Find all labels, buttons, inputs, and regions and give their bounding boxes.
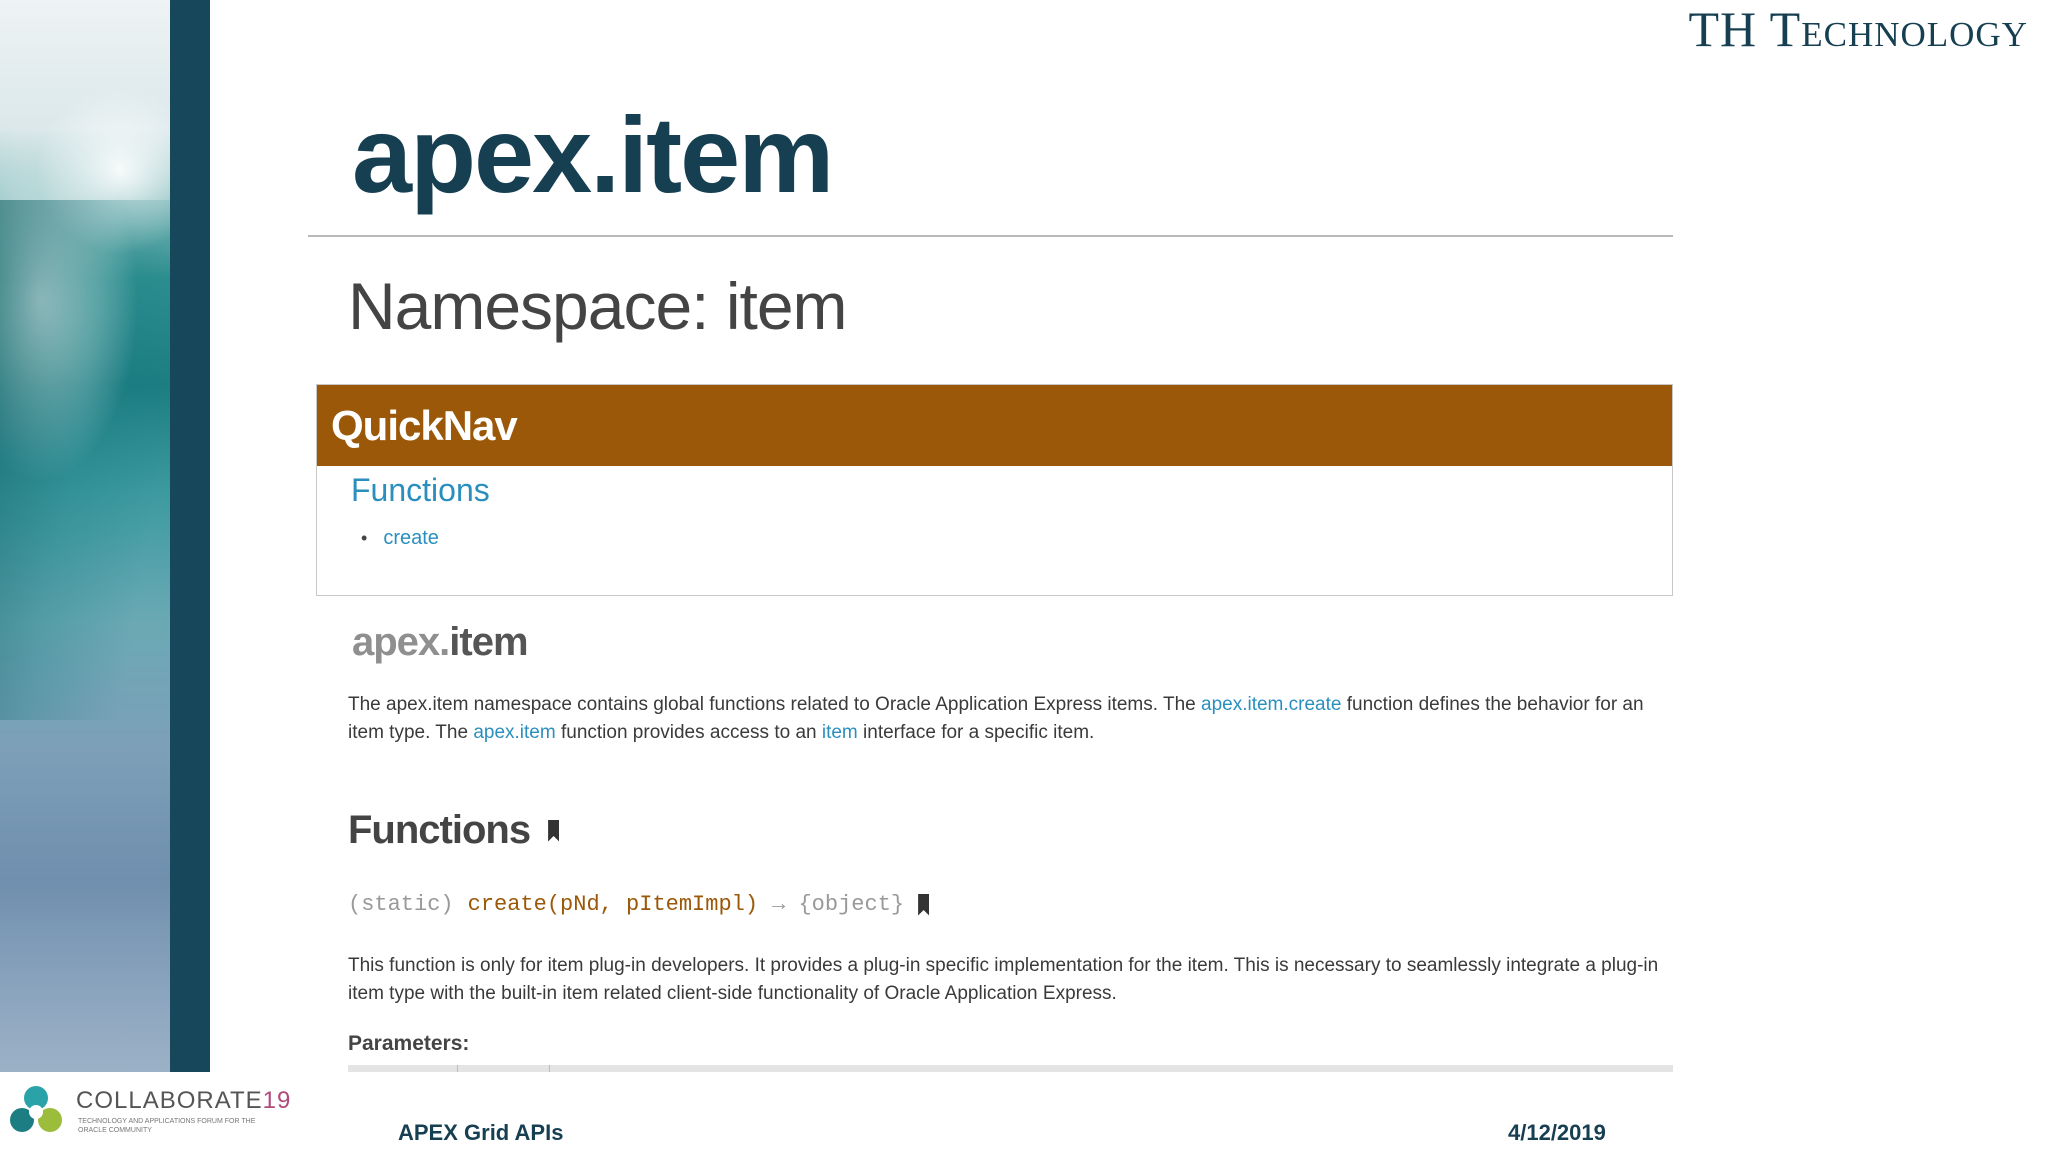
function-description: This function is only for item plug-in d… <box>348 955 1659 1004</box>
quicknav-item-create[interactable]: create <box>361 527 1672 550</box>
quicknav-panel: QuickNav Functions create <box>316 384 1673 596</box>
brand-name: TH Technology <box>1688 1 2028 57</box>
left-accent-bar <box>170 0 210 1072</box>
collaborate-logo-icon <box>10 1086 62 1132</box>
functions-heading-text: Functions <box>348 808 531 852</box>
bookmark-icon[interactable] <box>918 893 930 916</box>
quicknav-functions-link[interactable]: Functions <box>351 472 1672 509</box>
wave-curl-overlay <box>0 200 170 720</box>
namespace-description: The apex.item namespace contains global … <box>348 691 1668 747</box>
signature-name: create(pNd, pItemImpl) <box>467 892 759 917</box>
desc-text-1: The apex.item namespace contains global … <box>348 694 1201 715</box>
namespace-heading: Namespace: item <box>348 269 848 343</box>
footer-date: 4/12/2019 <box>1508 1120 1606 1145</box>
parameters-label: Parameters: <box>348 1032 470 1055</box>
link-apex-item-create[interactable]: apex.item.create <box>1201 694 1341 715</box>
namespace-title-prefix: apex. <box>352 620 450 664</box>
functions-heading: Functions <box>348 808 560 853</box>
desc-text-4: interface for a specific item. <box>857 722 1095 743</box>
conference-tagline: TECHNOLOGY AND APPLICATIONS FORUM FOR TH… <box>78 1118 256 1134</box>
quicknav-title: QuickNav <box>317 385 1672 466</box>
link-apex-item[interactable]: apex.item <box>473 722 555 743</box>
function-signature: (static) create(pNd, pItemImpl) → {objec… <box>348 892 930 917</box>
link-item[interactable]: item <box>822 722 858 743</box>
conference-name-text: COLLABORATE <box>76 1087 263 1114</box>
desc-text-3: function provides access to an <box>555 722 822 743</box>
signature-returns: → {object} <box>772 892 905 917</box>
conference-year: 19 <box>262 1087 292 1114</box>
slide-footer <box>0 1072 2048 1152</box>
quicknav-list: create <box>361 527 1672 550</box>
namespace-title-suffix: item <box>449 620 528 664</box>
conference-name: COLLABORATE19 <box>76 1087 291 1115</box>
slide-title: apex.item <box>352 94 834 215</box>
footer-title: APEX Grid APIs <box>398 1120 564 1145</box>
title-divider <box>308 235 1673 237</box>
bookmark-icon[interactable] <box>548 819 560 842</box>
signature-static: (static) <box>348 892 454 917</box>
namespace-title: apex.item <box>352 620 529 665</box>
